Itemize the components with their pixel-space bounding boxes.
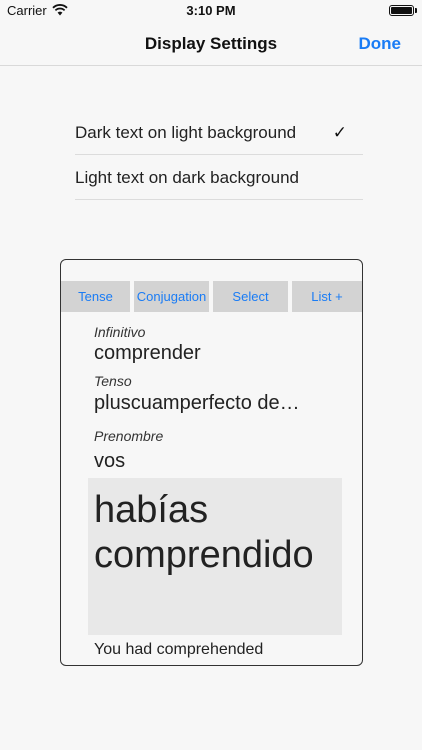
answer-line-2: comprendido — [94, 534, 314, 576]
status-time: 3:10 PM — [186, 3, 236, 18]
answer-line-1: habías — [94, 489, 209, 531]
battery-icon — [389, 5, 414, 16]
pronoun-label: Prenombre — [94, 428, 164, 444]
battery-tip — [415, 8, 417, 13]
tense-label: Tenso — [94, 373, 132, 389]
conjugation-button[interactable]: Conjugation — [134, 281, 209, 312]
tense-button[interactable]: Tense — [61, 281, 130, 312]
option-label: Light text on dark background — [75, 168, 299, 187]
list-plus-button[interactable]: List + — [292, 281, 362, 312]
display-options-list: Dark text on light background ✓ Light te… — [75, 110, 363, 200]
infinitive-value: comprender — [94, 342, 201, 364]
preview-card: Tense Conjugation Select List + Infiniti… — [60, 259, 363, 666]
option-label: Dark text on light background — [75, 123, 297, 142]
checkmark-icon: ✓ — [332, 123, 347, 142]
infinitive-label: Infinitivo — [94, 324, 146, 340]
select-button[interactable]: Select — [213, 281, 288, 312]
option-dark-text[interactable]: Dark text on light background ✓ — [75, 110, 363, 155]
pronoun-value: vos — [94, 450, 126, 472]
answer-box: habías comprendido — [88, 478, 342, 635]
preview-toolbar: Tense Conjugation Select List + — [61, 281, 362, 312]
answer-text: habías comprendido — [94, 488, 314, 578]
navigation-bar: Display Settings Done — [0, 22, 422, 66]
done-button[interactable]: Done — [359, 34, 402, 54]
tense-value: pluscuamperfecto de… — [94, 392, 300, 414]
translation-text: You had comprehended — [94, 641, 264, 658]
status-bar: Carrier 3:10 PM — [0, 0, 422, 22]
option-light-text[interactable]: Light text on dark background — [75, 155, 363, 200]
